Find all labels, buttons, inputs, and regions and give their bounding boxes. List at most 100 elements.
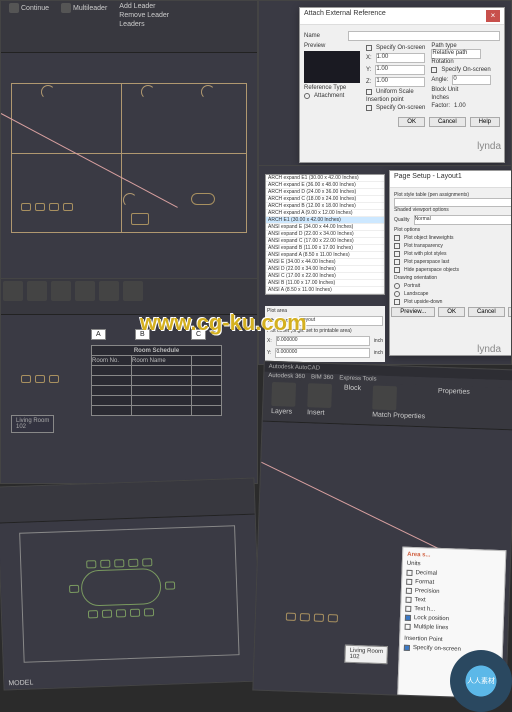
whattoplot-select[interactable]: Layout [299, 316, 383, 326]
multiple-check[interactable] [405, 624, 411, 630]
room-tag[interactable]: Living Room 102 [344, 645, 388, 665]
room-tag[interactable]: Living Room 102 [11, 415, 54, 433]
upside-check[interactable] [394, 299, 400, 305]
preview-button[interactable]: Preview... [391, 307, 435, 317]
text-check[interactable] [405, 597, 411, 603]
tool-icon[interactable] [3, 281, 23, 301]
quality-select[interactable]: Normal [414, 215, 512, 225]
texth-check[interactable] [405, 606, 411, 612]
close-icon[interactable]: × [486, 10, 500, 22]
path-select[interactable]: Relative path [431, 49, 481, 59]
table-cell[interactable] [92, 376, 132, 386]
paper-size-item[interactable]: ANSI D (22.00 x 34.00 Inches) [266, 266, 384, 273]
floorplan-canvas[interactable] [1, 53, 257, 279]
landscape-radio[interactable] [394, 291, 400, 297]
table-cell[interactable] [132, 396, 192, 406]
remove-leader-button[interactable]: Remove Leader [119, 12, 169, 19]
paperspace-check[interactable] [394, 259, 400, 265]
table-cell[interactable] [132, 366, 192, 376]
insert-button[interactable]: Insert [307, 409, 331, 417]
table-cell[interactable] [132, 406, 192, 416]
status-model[interactable]: MODEL [8, 679, 33, 687]
name-input[interactable] [348, 31, 500, 41]
precision-check[interactable] [406, 588, 412, 594]
insert-icon[interactable] [307, 383, 332, 408]
angle-input[interactable]: 0 [452, 75, 490, 85]
ok-button[interactable]: OK [438, 307, 465, 317]
ok-button[interactable]: OK [398, 117, 425, 127]
x-input[interactable]: 1.00 [376, 53, 426, 63]
tool-icon[interactable] [123, 281, 143, 301]
paper-size-item[interactable]: ANSI expand A (8.50 x 11.00 Inches) [266, 252, 384, 259]
help-button[interactable]: Help [508, 307, 512, 317]
uniform-check[interactable] [366, 89, 372, 95]
tool-icon[interactable] [99, 281, 119, 301]
specify-rot-check[interactable] [431, 67, 437, 73]
layers-label[interactable]: Layers [271, 408, 295, 416]
cancel-button[interactable]: Cancel [429, 117, 466, 127]
table-cell[interactable] [132, 386, 192, 396]
specify-ins-check[interactable] [366, 105, 372, 111]
paper-size-item[interactable]: ANSI A (8.50 x 11.00 Inches) [266, 287, 384, 294]
format-check[interactable] [406, 579, 412, 585]
add-leader-button[interactable]: Add Leader [119, 3, 169, 10]
schedule-canvas[interactable]: A B C Room Schedule Room No.Room Name Li… [1, 315, 257, 483]
portrait-radio[interactable] [394, 283, 400, 289]
specify-scale-check[interactable] [366, 45, 372, 51]
table-cell[interactable] [132, 376, 192, 386]
plotstyles-check[interactable] [394, 251, 400, 257]
cancel-button[interactable]: Cancel [468, 307, 505, 317]
continue-button[interactable]: Continue [9, 3, 49, 13]
y-input[interactable]: 1.00 [375, 65, 425, 75]
tool-icon[interactable] [27, 281, 47, 301]
hideobj-check[interactable] [394, 267, 400, 273]
table-cell[interactable] [92, 406, 132, 416]
table-cell[interactable] [192, 366, 222, 376]
specify-check[interactable] [404, 645, 410, 651]
table-cell[interactable] [92, 386, 132, 396]
layers-icon[interactable] [271, 382, 296, 407]
multileader-button[interactable]: Multileader [61, 3, 107, 13]
paper-size-item[interactable]: ARCH expand D (24.00 x 36.00 Inches) [266, 189, 384, 196]
paper-size-item[interactable]: ARCH expand B (12.00 x 18.00 Inches) [266, 203, 384, 210]
plotstyle-select[interactable] [394, 198, 512, 207]
transparency-check[interactable] [394, 243, 400, 249]
tool-icon[interactable] [75, 281, 95, 301]
paper-size-item[interactable]: ARCH expand E1 (30.00 x 42.00 Inches) [266, 175, 384, 182]
offx-val[interactable]: 0.000000 [276, 336, 370, 346]
paper-size-list[interactable]: ARCH expand E1 (30.00 x 42.00 Inches)ARC… [265, 174, 385, 295]
table-cell[interactable] [192, 396, 222, 406]
paper-size-item[interactable]: ANSI B (11.00 x 17.00 Inches) [266, 280, 384, 287]
table-cell[interactable] [192, 376, 222, 386]
decimal-check[interactable] [406, 570, 412, 576]
paper-size-item[interactable]: ANSI expand B (11.00 x 17.00 Inches) [266, 245, 384, 252]
conference-canvas[interactable] [0, 515, 260, 690]
paper-size-item[interactable]: ARCH expand C (18.00 x 24.00 Inches) [266, 196, 384, 203]
match-button[interactable]: Match Properties [372, 411, 425, 420]
help-button[interactable]: Help [470, 117, 500, 127]
table-cell[interactable] [192, 406, 222, 416]
table-cell[interactable] [192, 386, 222, 396]
paper-size-item[interactable]: ANSI expand D (22.00 x 34.00 Inches) [266, 231, 384, 238]
paper-size-item[interactable]: ANSI E (34.00 x 44.00 Inches) [266, 259, 384, 266]
tool-icon[interactable] [51, 281, 71, 301]
paper-size-item[interactable]: ARCH expand E (36.00 x 48.00 Inches) [266, 182, 384, 189]
tab-bim360[interactable]: BIM 360 [311, 374, 334, 381]
lockpos-check[interactable] [405, 615, 411, 621]
z-input[interactable]: 1.00 [375, 77, 425, 87]
paper-size-item[interactable]: ANSI expand C (17.00 x 22.00 Inches) [266, 238, 384, 245]
room-schedule-table[interactable]: Room Schedule Room No.Room Name [91, 345, 222, 416]
room-tag-num: 102 [349, 654, 383, 661]
tab-autodesk360[interactable]: Autodesk 360 [268, 373, 305, 380]
attachment-radio[interactable] [304, 93, 310, 99]
table-cell[interactable] [92, 396, 132, 406]
paper-size-item[interactable]: ARCH expand A (9.00 x 12.00 Inches) [266, 210, 384, 217]
paper-size-item[interactable]: ARCH E1 (30.00 x 42.00 Inches) [266, 217, 384, 224]
table-cell[interactable] [92, 366, 132, 376]
lineweights-check[interactable] [394, 235, 400, 241]
offy-val[interactable]: 0.000000 [275, 348, 369, 358]
tab-express[interactable]: Express Tools [339, 375, 376, 382]
paper-size-item[interactable]: ANSI expand E (34.00 x 44.00 Inches) [266, 224, 384, 231]
paper-size-item[interactable]: ANSI C (17.00 x 22.00 Inches) [266, 273, 384, 280]
match-icon[interactable] [372, 385, 397, 410]
